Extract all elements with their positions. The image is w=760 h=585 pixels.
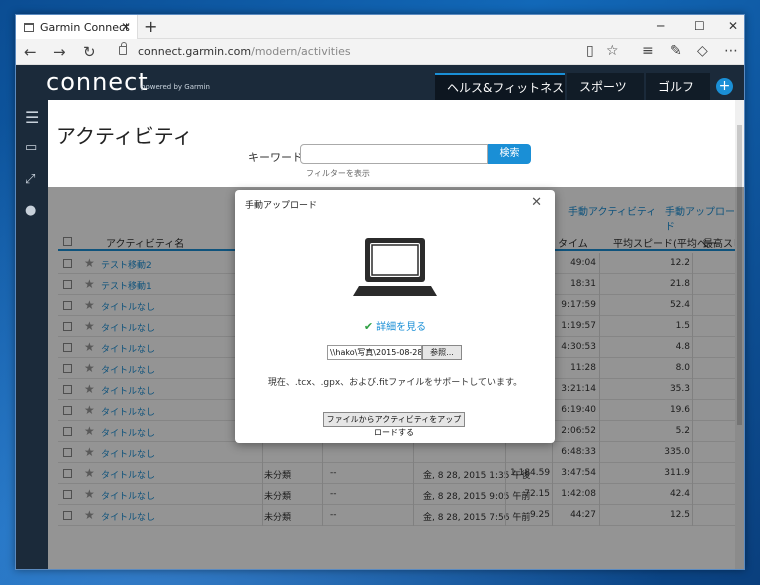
connect-logo[interactable]: connect	[46, 68, 149, 96]
page-title: アクティビティ	[56, 124, 193, 148]
share-icon[interactable]: ◇	[697, 43, 708, 59]
window-close-button[interactable]: ✕	[728, 19, 738, 33]
upload-activity-button[interactable]: ファイルからアクティビティをアップロードする	[323, 412, 465, 437]
forward-arrow-icon[interactable]: →	[53, 43, 66, 61]
browser-tab[interactable]: Garmin Connect ✕	[16, 15, 138, 39]
nav-sports-label: スポーツ	[579, 80, 627, 94]
keyword-input[interactable]	[300, 144, 488, 164]
user-icon[interactable]: ●	[25, 203, 36, 218]
logo-subtitle: powered by Garmin	[141, 83, 210, 91]
url-path: /modern/activities	[251, 45, 351, 58]
minimize-button[interactable]: ─	[657, 19, 664, 33]
refresh-icon[interactable]: ↻	[83, 43, 96, 61]
url-field[interactable]: connect.garmin.com/modern/activities	[138, 45, 351, 58]
inbox-icon[interactable]: ▭	[25, 140, 37, 155]
more-info-link[interactable]: ✔ 詳細を見る	[235, 318, 555, 333]
keyword-label: キーワード:	[248, 151, 307, 164]
tab-title: Garmin Connect	[40, 20, 130, 34]
browser-titlebar: Garmin Connect ✕ + ─ ☐ ✕	[16, 15, 744, 39]
more-icon[interactable]: ⋯	[724, 43, 738, 59]
manual-upload-dialog: 手動アップロード ✕ ✔詳細を見る \\hako\写真\2015-08-28 午…	[235, 190, 555, 443]
hub-icon[interactable]: ≡	[642, 43, 654, 59]
address-bar: ← → ↻ connect.garmin.com/modern/activiti…	[16, 39, 744, 65]
file-path-field[interactable]: \\hako\写真\2015-08-28 午	[327, 345, 422, 360]
new-tab-button[interactable]: +	[144, 17, 157, 36]
search-button[interactable]: 検索	[488, 144, 531, 164]
lock-icon	[119, 42, 127, 55]
back-arrow-icon[interactable]: ←	[24, 43, 37, 61]
expand-icon[interactable]: ⤢	[25, 172, 35, 187]
check-icon: ✔	[363, 320, 374, 333]
nav-health-fitness-label: ヘルス&フィットネス	[447, 81, 565, 95]
laptop-icon	[353, 238, 437, 296]
web-note-icon[interactable]: ✎	[670, 43, 682, 59]
page-icon	[24, 22, 34, 32]
nav-golf[interactable]: ゴルフ	[646, 73, 710, 100]
url-host: connect.garmin.com	[138, 45, 252, 58]
menu-icon[interactable]: ☰	[25, 108, 39, 127]
maximize-button[interactable]: ☐	[694, 19, 705, 33]
supported-formats-text: 現在、.tcx、.gpx、および.fitファイルをサポートしています。	[267, 378, 523, 388]
file-picker: \\hako\写真\2015-08-28 午参照...	[327, 345, 462, 360]
tab-close-icon[interactable]: ✕	[121, 20, 131, 34]
browser-window: Garmin Connect ✕ + ─ ☐ ✕ ← → ↻ connect.g…	[15, 14, 745, 570]
reading-view-icon[interactable]: ▯	[586, 43, 594, 59]
nav-golf-label: ゴルフ	[658, 80, 695, 94]
filter-link[interactable]: フィルターを表示	[306, 168, 370, 179]
add-button[interactable]: +	[716, 78, 733, 95]
nav-health-fitness[interactable]: ヘルス&フィットネス	[435, 73, 565, 100]
dialog-title: 手動アップロード	[245, 201, 318, 211]
favorite-star-icon[interactable]: ☆	[606, 43, 619, 59]
more-info-label: 詳細を見る	[376, 322, 427, 333]
dialog-close-icon[interactable]: ✕	[531, 195, 542, 210]
sidebar: ☰ ▭ ⤢ ●	[16, 100, 48, 569]
nav-sports[interactable]: スポーツ	[567, 73, 644, 100]
site-header: connect powered by Garmin ヘルス&フィットネス スポー…	[16, 65, 744, 100]
browse-button[interactable]: 参照...	[422, 345, 462, 360]
